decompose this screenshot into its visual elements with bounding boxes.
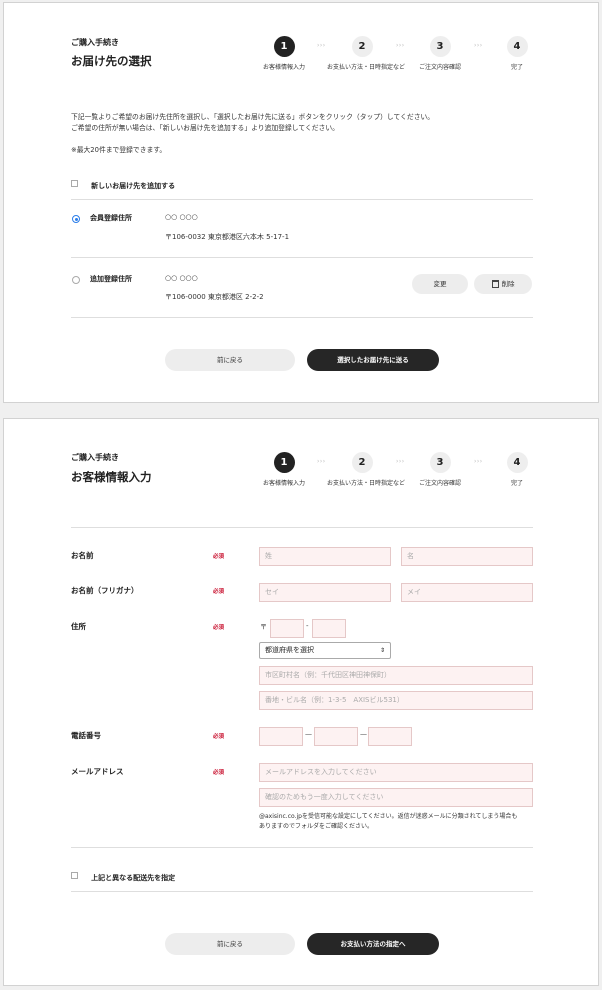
intro-text: 下記一覧よりご希望のお届け先住所を選択し、「選択したお届け先に送る」ボタンをクリ… [71,113,435,132]
add-new-address-toggle[interactable]: 新しいお届け先を追加する [71,173,175,192]
address-radio-2[interactable] [72,276,80,284]
postal-separator: - [306,622,309,630]
step-arrow-icon: ››› [317,458,326,465]
different-shipping-checkbox[interactable] [71,872,78,879]
delete-address-button[interactable]: 削除 [474,274,532,294]
next-payment-button[interactable]: お支払い方法の指定へ [307,933,439,955]
address-line: 〒106-0000 東京都港区 2-2-2 [165,293,264,301]
street-input[interactable]: 番地・ビル名（例：1-3-5 AXISビル531） [259,691,533,710]
required-badge: 必須 [213,770,225,776]
address-type-label: 追加登録住所 [90,275,132,283]
step-3: 3 ご注文内容確認 [405,36,475,71]
kana-label: お名前（フリガナ） [71,586,139,595]
last-name-kana-input[interactable]: セイ [259,583,391,602]
divider [71,199,533,200]
address-recipient: ○○ ○○○ [165,274,198,282]
checkout-kicker: ご購入手続き [71,453,119,462]
last-name-input[interactable]: 姓 [259,547,391,566]
divider [71,891,533,892]
step-4: 4 完了 [482,36,552,71]
edit-address-button[interactable]: 変更 [412,274,468,294]
divider [71,317,533,318]
delivery-address-panel: ご購入手続き お届け先の選択 1 お客様情報入力 ››› 2 お支払い方法・日時指定… [3,2,599,403]
step-1: 1 お客様情報入力 [249,36,319,71]
email-confirm-input[interactable]: 確認のためもう一度入力してください [259,788,533,807]
email-input[interactable]: メールアドレスを入力してください [259,763,533,782]
city-input[interactable]: 市区町村名（例：千代田区神田神保町） [259,666,533,685]
address-line: 〒106-0032 東京都港区六本木 5-17-1 [165,233,290,241]
phone-3-input[interactable] [368,727,412,746]
phone-2-input[interactable] [314,727,358,746]
chevron-updown-icon: ⇕ [379,647,385,654]
address-radio-1[interactable] [72,215,80,223]
customer-info-panel: ご購入手続き お客様情報入力 1 お客様情報入力 ››› 2 お支払い方法・日時指定… [3,418,599,986]
back-button[interactable]: 前に戻る [165,933,295,955]
progress-steps: 1 お客様情報入力 ››› 2 お支払い方法・日時指定など ››› 3 ご注文内容確認… [259,452,549,492]
step-2: 2 お支払い方法・日時指定など [327,452,405,487]
add-new-checkbox[interactable] [71,180,78,187]
prefecture-select[interactable]: 都道府県を選択 ⇕ [259,642,391,659]
max-note: ※最大20件まで登録できます。 [71,146,167,154]
step-3: 3 ご注文内容確認 [405,452,475,487]
first-name-kana-input[interactable]: メイ [401,583,533,602]
trash-icon [491,280,499,288]
phone-1-input[interactable] [259,727,303,746]
address-type-label: 会員登録住所 [90,214,132,222]
phone-label: 電話番号 [71,731,101,740]
phone-separator: — [305,730,312,738]
postal-code-2-input[interactable] [312,619,346,638]
step-arrow-icon: ››› [396,42,405,49]
name-label: お名前 [71,551,94,560]
step-arrow-icon: ››› [396,458,405,465]
postal-mark: 〒 [260,623,267,631]
divider [71,527,533,528]
different-shipping-toggle[interactable]: 上記と異なる配送先を指定 [71,865,175,884]
page-title: お届け先の選択 [71,54,152,68]
step-arrow-icon: ››› [317,42,326,49]
step-1: 1 お客様情報入力 [249,452,319,487]
step-2: 2 お支払い方法・日時指定など [327,36,405,71]
required-badge: 必須 [213,589,225,595]
required-badge: 必須 [213,625,225,631]
required-badge: 必須 [213,554,225,560]
address-recipient: ○○ ○○○ [165,213,198,221]
step-4: 4 完了 [482,452,552,487]
send-to-selected-button[interactable]: 選択したお届け先に送る [307,349,439,371]
divider [71,847,533,848]
email-label: メールアドレス [71,767,124,776]
phone-separator: — [360,730,367,738]
required-badge: 必須 [213,734,225,740]
postal-code-1-input[interactable] [270,619,304,638]
divider [71,257,533,258]
address-label: 住所 [71,622,86,631]
checkout-kicker: ご購入手続き [71,38,119,47]
back-button[interactable]: 前に戻る [165,349,295,371]
email-note: @axisinc.co.jpを受信可能な設定にしてください。返信が迷惑メールに分… [259,813,518,830]
first-name-input[interactable]: 名 [401,547,533,566]
progress-steps: 1 お客様情報入力 ››› 2 お支払い方法・日時指定など ››› 3 ご注文内容確認… [259,36,549,76]
page-title: お客様情報入力 [71,470,152,484]
